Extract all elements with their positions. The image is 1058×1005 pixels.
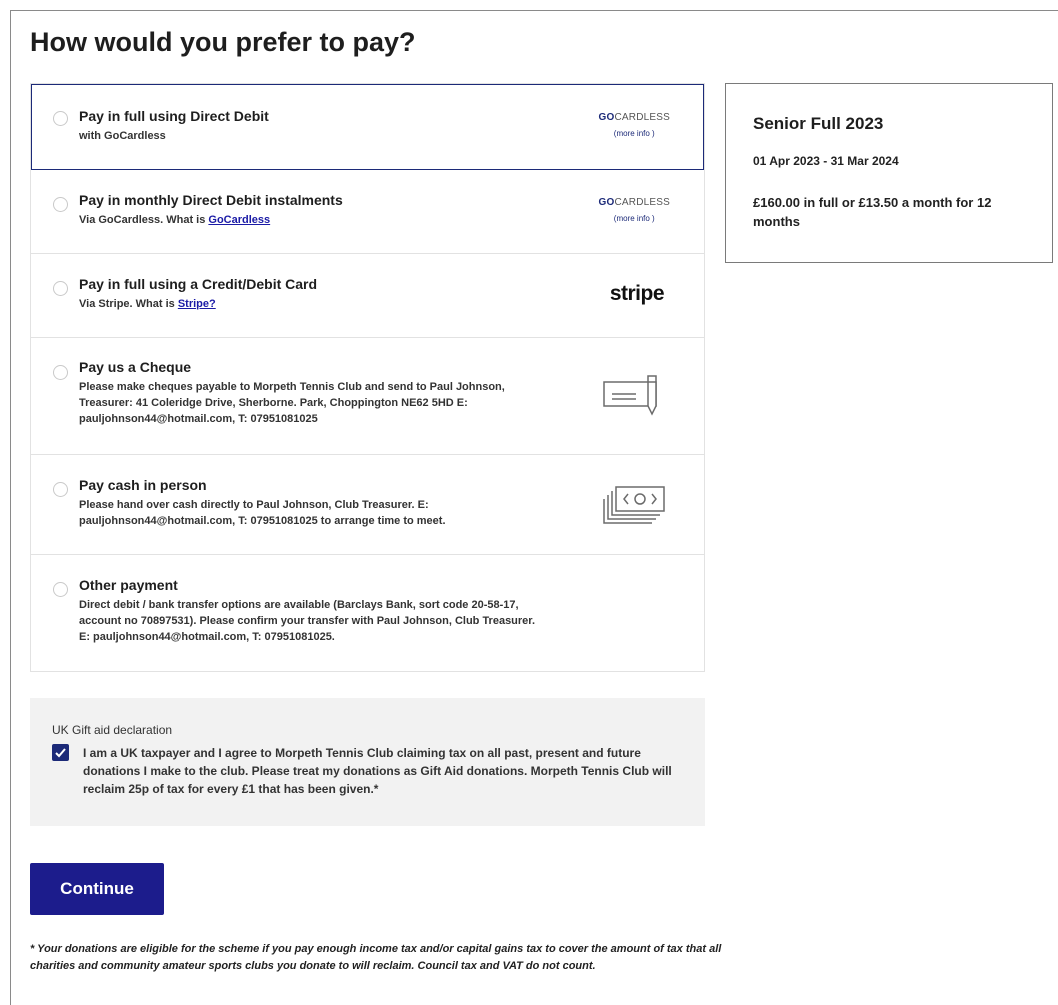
page-title: How would you prefer to pay? — [30, 27, 416, 57]
gift-aid-checkbox[interactable] — [52, 744, 69, 761]
membership-dates: 01 Apr 2023 - 31 Mar 2024 — [753, 154, 899, 168]
option-title: Pay cash in person — [79, 477, 207, 493]
radio-button[interactable] — [53, 365, 68, 380]
radio-button[interactable] — [53, 197, 68, 212]
payment-option-card[interactable]: Pay in full using a Credit/Debit Card Vi… — [31, 254, 704, 338]
checkmark-icon — [55, 748, 66, 758]
radio-button[interactable] — [53, 582, 68, 597]
gift-aid-label: UK Gift aid declaration — [52, 723, 173, 737]
option-title: Pay in monthly Direct Debit instalments — [79, 192, 343, 208]
option-description: Please hand over cash directly to Paul J… — [79, 499, 446, 527]
gocardless-logo: GOCARDLESS (more info ) — [598, 112, 670, 138]
more-info-link[interactable]: (more info ) — [599, 214, 670, 223]
gocardless-link[interactable]: GoCardless — [208, 214, 270, 226]
cheque-icon — [602, 372, 668, 423]
payment-option-other[interactable]: Other payment Direct debit / bank transf… — [31, 555, 704, 671]
option-description: Via GoCardless. What is GoCardless — [79, 214, 271, 226]
membership-title: Senior Full 2023 — [753, 114, 884, 133]
cash-icon — [602, 483, 668, 530]
stripe-logo: stripe — [609, 282, 665, 305]
radio-button[interactable] — [53, 111, 68, 126]
radio-button[interactable] — [53, 281, 68, 296]
gift-aid-section: UK Gift aid declaration I am a UK taxpay… — [30, 698, 705, 826]
gocardless-logo: GOCARDLESS (more info ) — [598, 197, 670, 223]
option-title: Pay us a Cheque — [79, 359, 192, 375]
payment-option-cheque[interactable]: Pay us a Cheque Please make cheques paya… — [31, 338, 704, 455]
option-description: Via Stripe. What is Stripe? — [79, 298, 216, 310]
payment-option-direct-debit-full[interactable]: Pay in full using Direct Debit with GoCa… — [31, 84, 704, 170]
payment-option-cash[interactable]: Pay cash in person Please hand over cash… — [31, 455, 704, 555]
option-title: Pay in full using a Credit/Debit Card — [79, 276, 318, 292]
payment-option-direct-debit-monthly[interactable]: Pay in monthly Direct Debit instalments … — [31, 170, 704, 254]
gift-aid-footnote: * Your donations are eligible for the sc… — [30, 943, 722, 972]
option-description: with GoCardless — [79, 130, 166, 142]
continue-button[interactable]: Continue — [30, 863, 164, 915]
radio-button[interactable] — [53, 482, 68, 497]
option-description: Please make cheques payable to Morpeth T… — [79, 381, 505, 425]
payment-options-list: Pay in full using Direct Debit with GoCa… — [30, 83, 705, 672]
option-title: Other payment — [79, 577, 178, 593]
more-info-link[interactable]: (more info ) — [599, 129, 670, 138]
membership-summary-card: Senior Full 2023 01 Apr 2023 - 31 Mar 20… — [725, 83, 1053, 263]
option-description: Direct debit / bank transfer options are… — [79, 599, 536, 643]
gift-aid-declaration: I am a UK taxpayer and I agree to Morpet… — [83, 746, 672, 796]
stripe-link[interactable]: Stripe? — [178, 298, 216, 310]
option-title: Pay in full using Direct Debit — [79, 108, 269, 124]
membership-price: £160.00 in full or £13.50 a month for 12… — [753, 195, 992, 229]
